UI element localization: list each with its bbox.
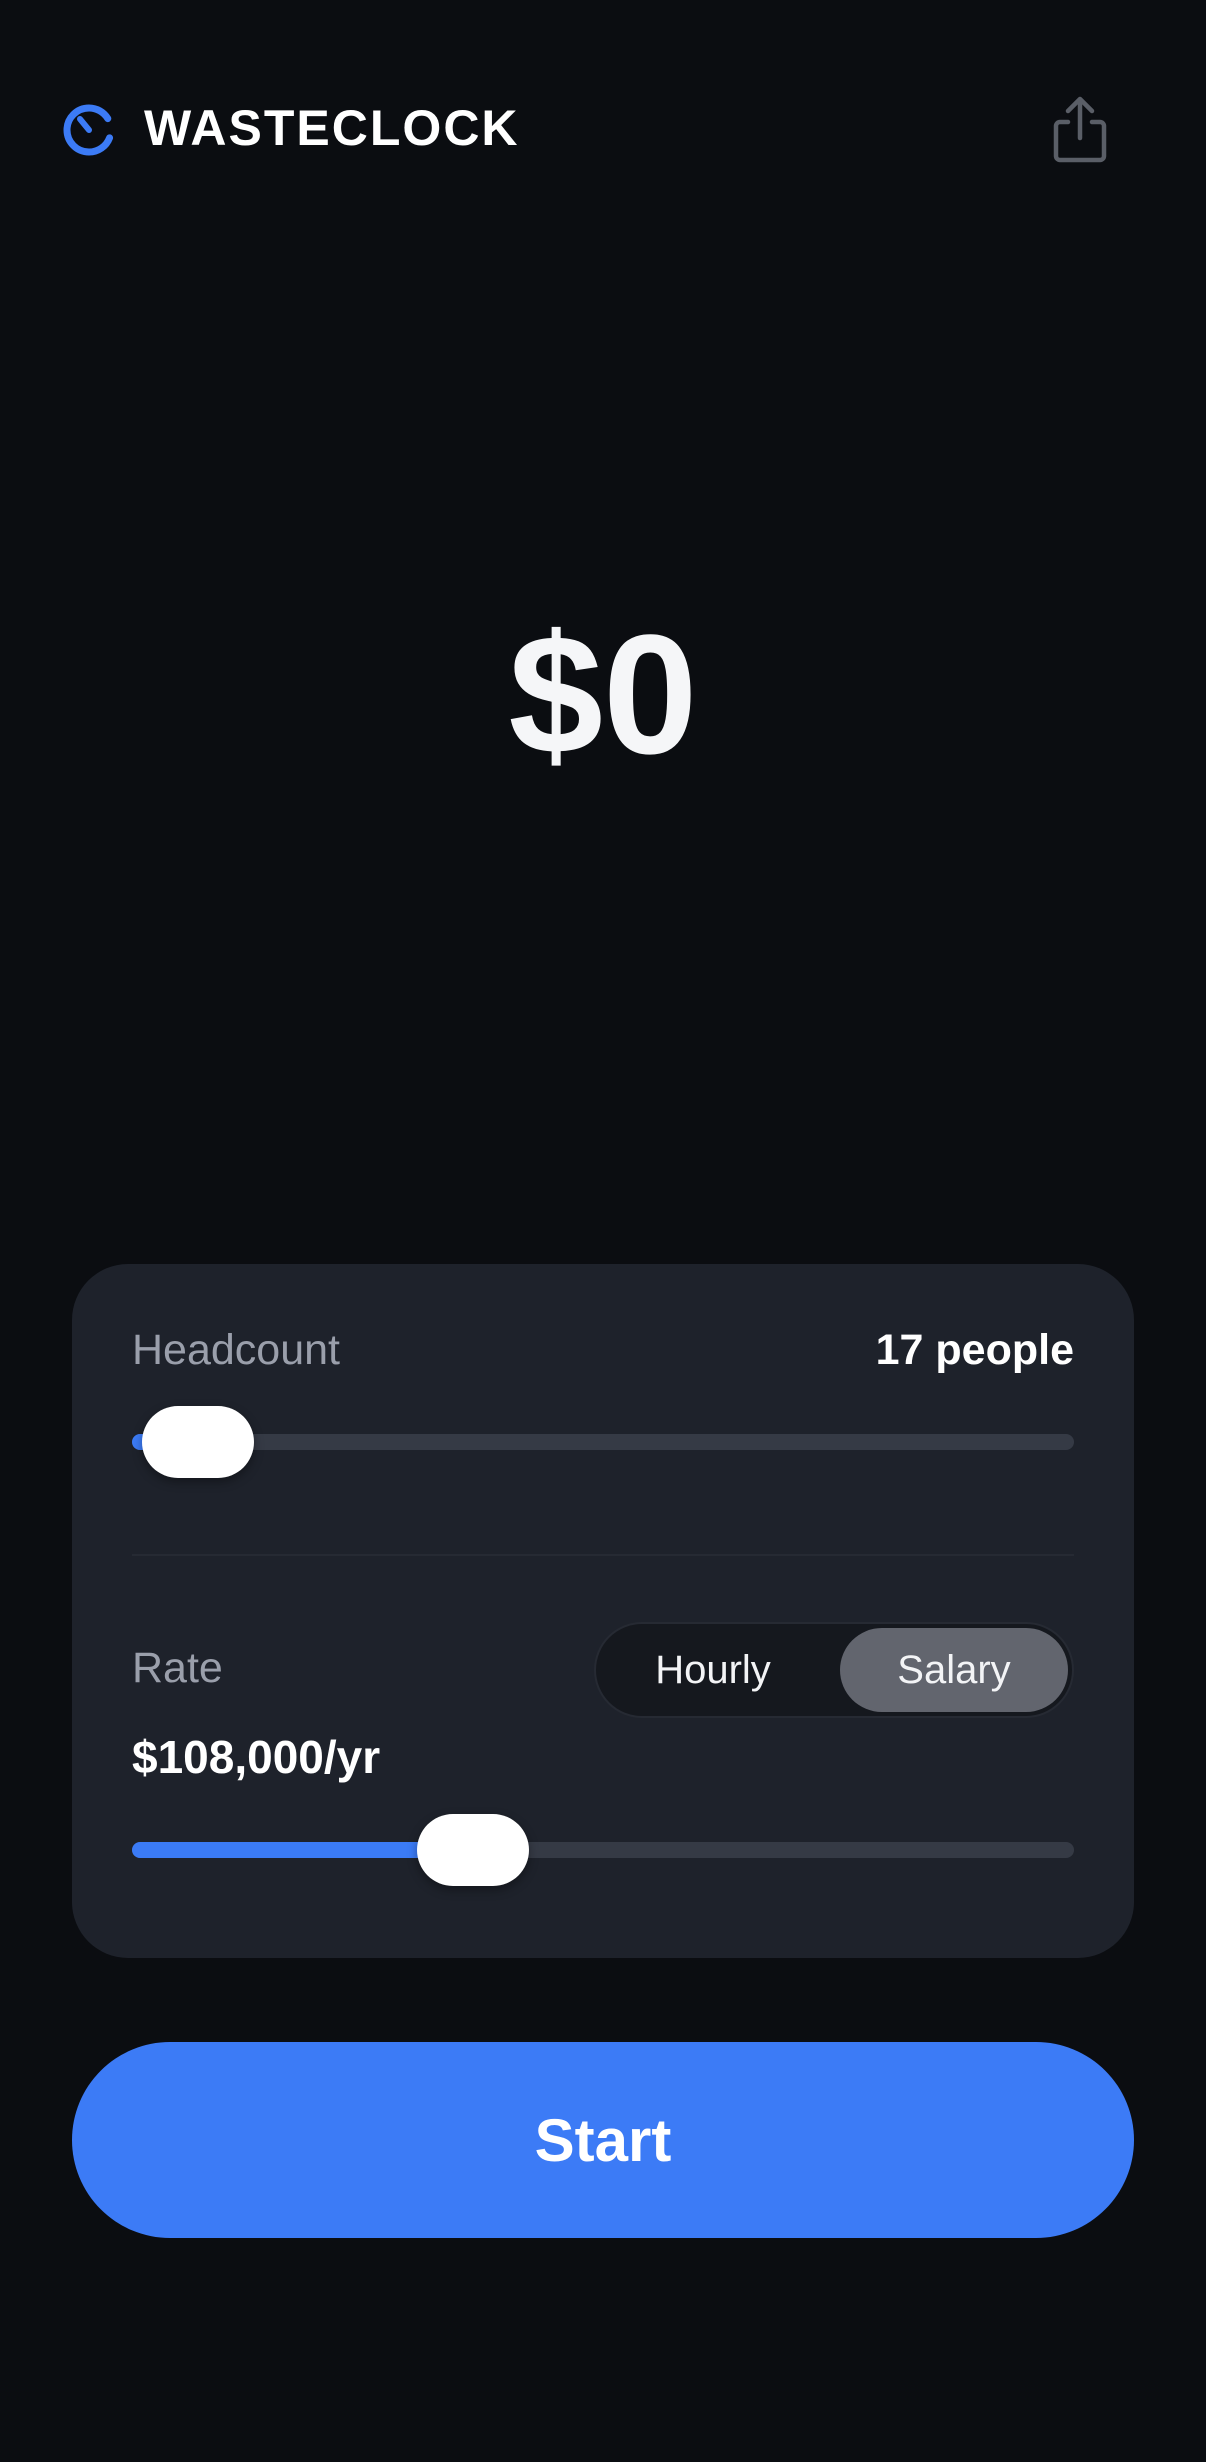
- rate-slider-track[interactable]: [132, 1842, 1074, 1858]
- hourly-segment[interactable]: Hourly: [600, 1628, 826, 1712]
- share-icon[interactable]: [1050, 94, 1110, 164]
- rate-slider-thumb[interactable]: [416, 1814, 529, 1886]
- brand-name: WASTECLOCK: [144, 100, 520, 156]
- headcount-value: 17 people: [875, 1326, 1074, 1374]
- headcount-slider-track[interactable]: [132, 1434, 1074, 1450]
- rate-label: Rate: [132, 1644, 223, 1692]
- headcount-slider-thumb[interactable]: [142, 1406, 254, 1478]
- section-divider: [132, 1554, 1074, 1556]
- headcount-label: Headcount: [132, 1326, 340, 1374]
- rate-mode-toggle: Hourly Salary: [594, 1622, 1074, 1718]
- stopwatch-icon: [63, 104, 115, 156]
- settings-card: Headcount 17 people Rate Hourly Salary $…: [72, 1264, 1134, 1958]
- header: WASTECLOCK: [60, 96, 520, 160]
- rate-value: $108,000/yr: [132, 1731, 381, 1783]
- app-screen: WASTECLOCK $0 Headcount 17 people Rate H…: [0, 0, 1206, 2462]
- salary-segment[interactable]: Salary: [840, 1628, 1068, 1712]
- start-button[interactable]: Start: [72, 2042, 1134, 2238]
- wasted-amount: $0: [508, 600, 698, 790]
